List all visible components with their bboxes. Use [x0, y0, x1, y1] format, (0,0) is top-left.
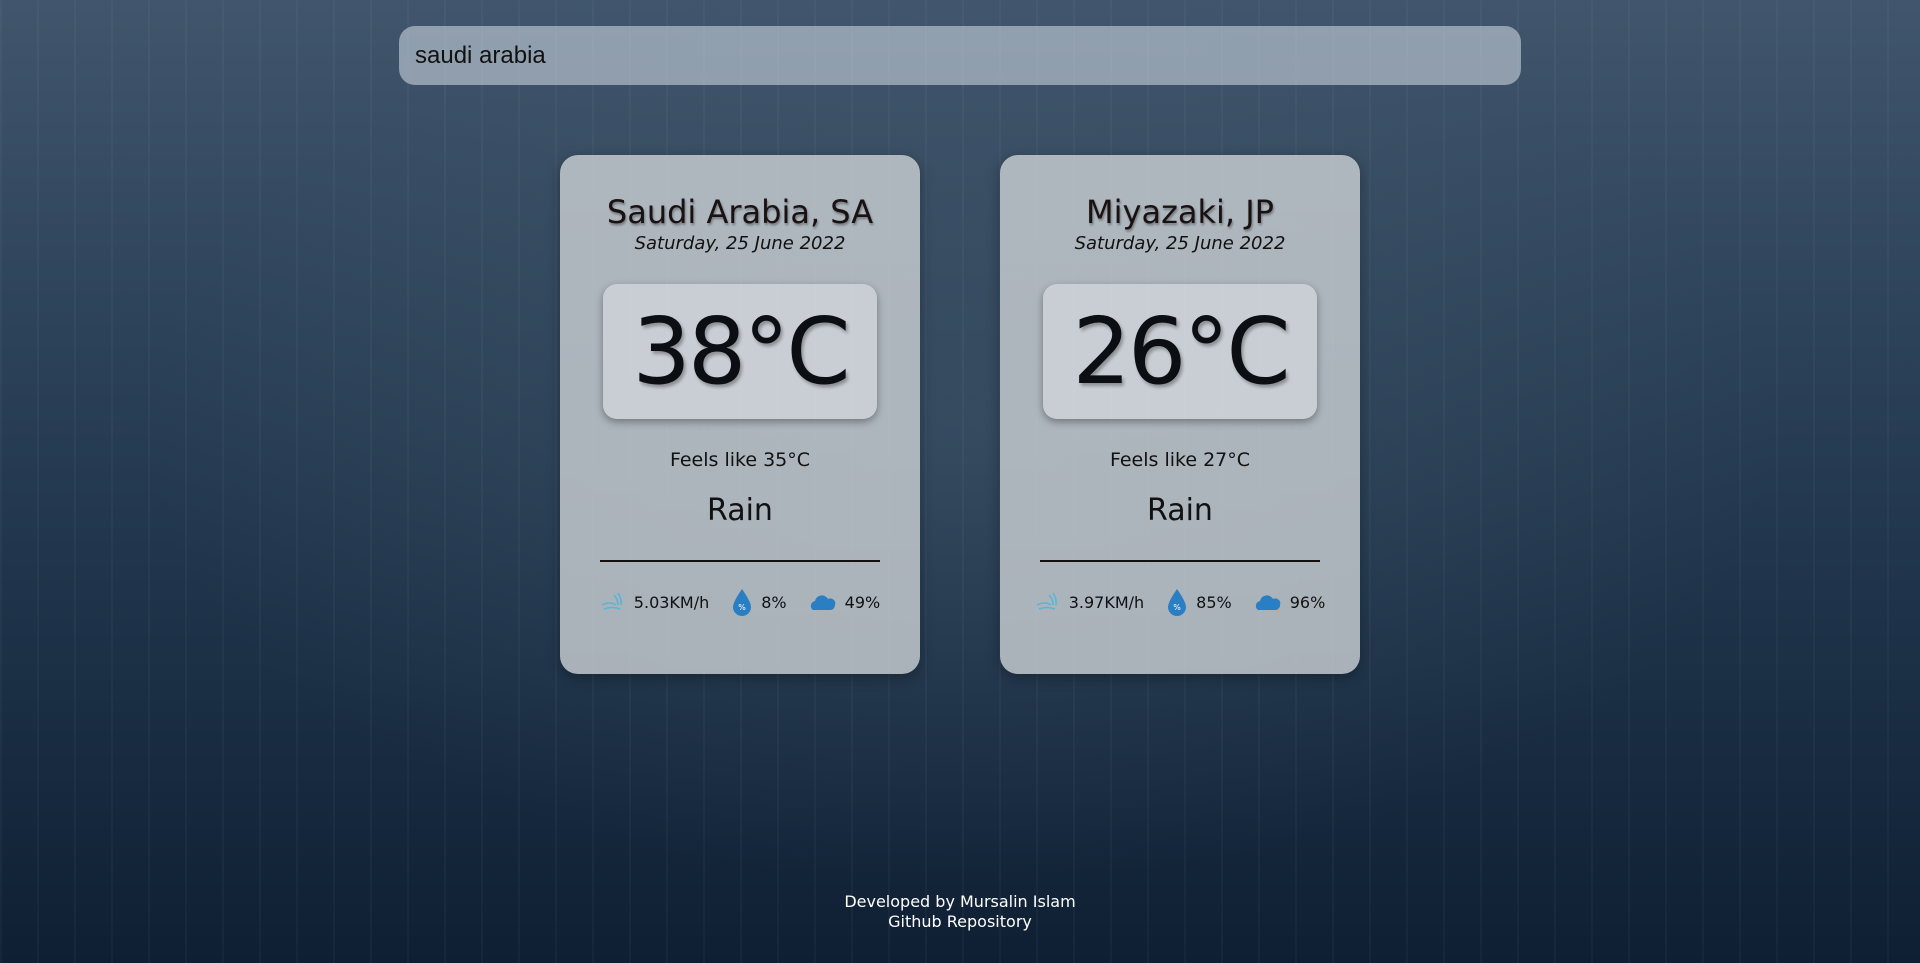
feels-like: Feels like 35°C — [669, 449, 811, 471]
humidity-icon: % — [1168, 589, 1187, 616]
footer: Developed by Mursalin Islam Github Repos… — [0, 892, 1920, 932]
humidity-icon: % — [733, 589, 752, 616]
humidity: 8% — [761, 592, 787, 612]
date: Saturday, 25 June 2022 — [634, 233, 846, 254]
city-name: Miyazaki, JP — [1086, 193, 1274, 231]
cloud-icon — [1255, 595, 1280, 610]
svg-text:%: % — [738, 603, 746, 612]
wind-icon — [601, 592, 622, 610]
cloudiness: 49% — [844, 592, 881, 612]
search-input[interactable] — [399, 26, 1521, 85]
temperature: 38°C — [603, 284, 877, 419]
wind-icon — [1036, 592, 1057, 610]
condition: Rain — [707, 493, 773, 528]
humidity: 85% — [1196, 592, 1232, 612]
temperature: 26°C — [1043, 284, 1317, 419]
weather-card: Miyazaki, JP Saturday, 25 June 2022 26°C… — [1000, 155, 1360, 674]
wind-speed: 5.03KM/h — [633, 592, 710, 612]
wind-speed: 3.97KM/h — [1068, 592, 1145, 612]
weather-card: Saudi Arabia, SA Saturday, 25 June 2022 … — [560, 155, 920, 674]
condition: Rain — [1147, 493, 1213, 528]
feels-like: Feels like 27°C — [1109, 449, 1251, 471]
svg-text:%: % — [1173, 603, 1181, 612]
developer-credit: Developed by Mursalin Islam — [844, 892, 1076, 911]
date: Saturday, 25 June 2022 — [1074, 233, 1286, 254]
cloudiness: 96% — [1289, 592, 1326, 612]
cloud-icon — [810, 595, 835, 610]
city-name: Saudi Arabia, SA — [606, 193, 874, 231]
divider — [600, 560, 880, 562]
github-repository-link[interactable]: Github Repository — [888, 912, 1032, 931]
divider — [1040, 560, 1320, 562]
rain-background — [0, 0, 1920, 963]
